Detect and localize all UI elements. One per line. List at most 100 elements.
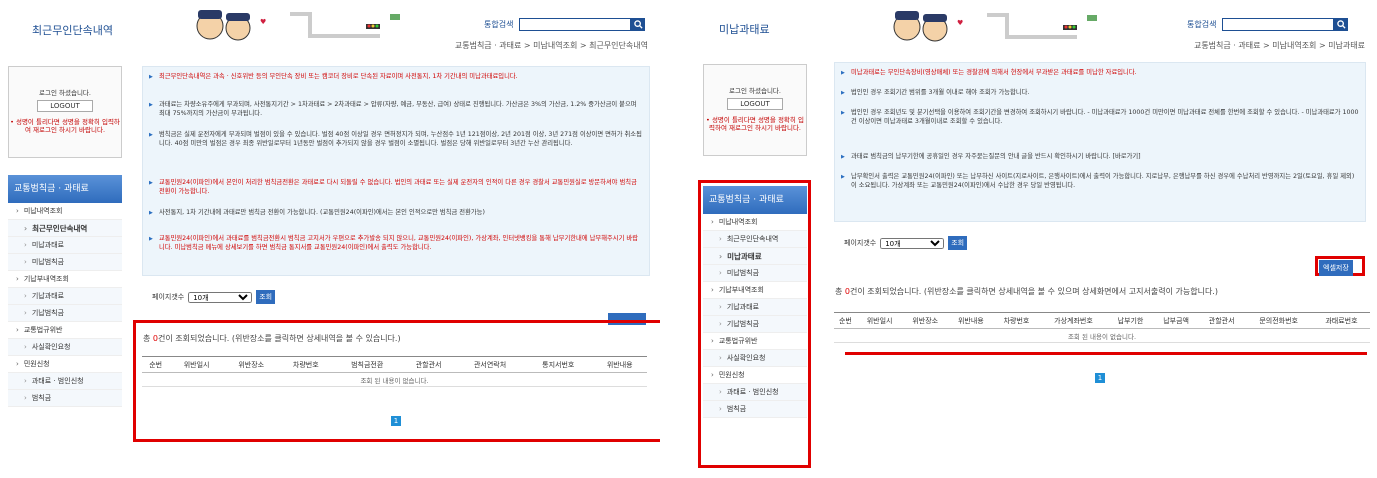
info-item: 범칙금은 실제 운전자에게 부과되며 벌점이 있을 수 있습니다. 벌점 40점… (149, 131, 643, 148)
query-button[interactable]: 조회 (256, 290, 276, 304)
list-controls: 페이지갯수 10개 조회 (152, 290, 276, 304)
search-button[interactable] (1334, 17, 1349, 31)
table-header-row: 순번 위반일시 위반장소 차량번호 범칙금전환 관할관서 관서연락처 통지서번호… (142, 356, 647, 373)
search-bar: 통합검색 (1187, 17, 1349, 31)
empty-message: 조회 된 내용이 없습니다. (834, 328, 1370, 343)
column-header: 위반장소 (223, 356, 279, 373)
info-box: 미납과태료는 무인단속장비(영상매체) 또는 경찰관에 의해서 현장에서 부과받… (834, 62, 1366, 222)
login-box: 로그인 하셨습니다. LOGOUT • 성명이 틀리다면 성명을 정확히 입력하… (703, 64, 807, 156)
sidebar: 교통범칙금 · 과태료 미납내역조회 최근무인단속내역 미납과태료 미납범칙금 … (703, 186, 807, 418)
sidebar-item[interactable]: 교통법규위반 (703, 333, 807, 350)
sidebar-item[interactable]: 기납범칙금 (703, 316, 807, 333)
left-screenshot-panel: 최근무인단속내역 ♥ 통합검색 교통범칙금 · 과태료 > 미납내역조회 > 최… (0, 0, 660, 478)
login-warning: • 성명이 틀리다면 성명을 정확히 입력하여 재로그인 하시기 바랍니다. (706, 116, 804, 133)
page-title: 최근무인단속내역 (32, 24, 113, 37)
column-header: 과태료번호 (1312, 312, 1370, 329)
search-bar: 통합검색 (484, 17, 646, 31)
page-count-select[interactable]: 10개 (880, 237, 945, 249)
column-header: 문의전화번호 (1244, 312, 1313, 329)
column-header: 납부금액 (1153, 312, 1199, 329)
highlight-underline (845, 352, 1367, 355)
breadcrumb: 교통범칙금 · 과태료 > 미납내역조회 > 최근무인단속내역 (454, 41, 648, 50)
police-mascot-banner: ♥ (893, 11, 1097, 42)
search-input[interactable] (1222, 17, 1335, 31)
sidebar: 교통범칙금 · 과태료 미납내역조회 최근무인단속내역 미납과태료 미납범칙금 … (8, 175, 122, 407)
column-header: 가상계좌번호 (1039, 312, 1108, 329)
sidebar-item[interactable]: 미납범칙금 (8, 254, 122, 271)
search-button[interactable] (631, 17, 646, 31)
search-label: 통합검색 (484, 19, 514, 29)
sidebar-item[interactable]: 사실확인요청 (703, 350, 807, 367)
login-message: 로그인 하셨습니다. (39, 89, 91, 97)
sidebar-item[interactable]: 과태료 · 범인신청 (8, 373, 122, 390)
column-header: 위반일시 (856, 312, 903, 329)
sidebar-item[interactable]: 민원신청 (8, 356, 122, 373)
right-screenshot-panel: 미납과태료 ♥ 통합검색 교통범칙금 · 과태료 > 미납내역조회 > 미납과태… (697, 0, 1377, 478)
svg-text:♥: ♥ (957, 19, 963, 27)
search-icon (634, 19, 643, 29)
sidebar-item[interactable]: 기납부내역조회 (8, 271, 122, 288)
header: 미납과태료 ♥ 통합검색 교통범칙금 · 과태료 > 미납내역조회 > 미납과태… (697, 0, 1377, 58)
column-header: 차량번호 (993, 312, 1040, 329)
sidebar-menu: 미납내역조회 최근무인단속내역 미납과태료 미납범칙금 기납부내역조회 기납과태… (703, 214, 807, 418)
sidebar-item[interactable]: 교통법규위반 (8, 322, 122, 339)
sidebar-item[interactable]: 범칙금 (703, 401, 807, 418)
results-table: 순번 위반일시 위반장소 위반내용 차량번호 가상계좌번호 납부기한 납부금액 … (834, 312, 1370, 343)
police-mascot-banner: ♥ (196, 10, 400, 41)
login-message: 로그인 하셨습니다. (729, 87, 781, 95)
empty-message: 조회 된 내용이 없습니다. (142, 372, 647, 387)
pagination-page[interactable]: 1 (391, 416, 401, 426)
sidebar-item[interactable]: 미납과태료 (703, 248, 807, 265)
search-input[interactable] (519, 17, 632, 31)
total-suffix: 건이 조회되었습니다. (위반장소를 클릭하면 상세내역을 볼 수 있으며 상세… (850, 287, 1218, 296)
result-summary: 총 0건이 조회되었습니다. (위반장소를 클릭하면 상세내역을 볼 수 있습니… (143, 333, 401, 344)
sidebar-item[interactable]: 기납범칙금 (8, 305, 122, 322)
sidebar-item[interactable]: 미납내역조회 (8, 203, 122, 220)
logout-button[interactable]: LOGOUT (37, 100, 93, 112)
info-item: 법인인 경우 조회년도 및 분기선택을 이용하여 조회기간을 변경하여 조회하시… (841, 109, 1359, 126)
info-item: 과태료 범칙금의 납부기한에 공휴일인 경우 자주묻는질문의 안내 글을 반드시… (841, 153, 1359, 162)
info-item: 최근무인단속내역은 과속 · 신호위반 등의 무인단속 장비 또는 캠코더 장비… (149, 73, 643, 82)
page-count-select[interactable]: 10개 (188, 291, 253, 303)
column-header: 통지서번호 (524, 356, 593, 373)
column-header: 위반장소 (902, 312, 949, 329)
table-row: 조회 된 내용이 없습니다. (142, 372, 647, 387)
page-count-label: 페이지갯수 (152, 293, 185, 301)
sidebar-header: 교통범칙금 · 과태료 (8, 175, 122, 203)
sidebar-item[interactable]: 과태료 · 범인신청 (703, 384, 807, 401)
sidebar-item[interactable]: 최근무인단속내역 (703, 231, 807, 248)
sidebar-item[interactable]: 최근무인단속내역 (8, 220, 122, 237)
sidebar-item[interactable]: 사실확인요청 (8, 339, 122, 356)
sidebar-item[interactable]: 미납범칙금 (703, 265, 807, 282)
query-button[interactable]: 조회 (948, 236, 968, 250)
header: 최근무인단속내역 ♥ 통합검색 교통범칙금 · 과태료 > 미납내역조회 > 최… (0, 0, 660, 58)
sidebar-menu: 미납내역조회 최근무인단속내역 미납과태료 미납범칙금 기납부내역조회 기납과태… (8, 203, 122, 407)
page-count-label: 페이지갯수 (844, 239, 877, 247)
info-item: 사전통지, 1차 기간내에 과태료만 범칙금 전환이 가능합니다. (교통민원2… (149, 209, 643, 218)
svg-text:♥: ♥ (260, 18, 266, 26)
excel-save-button[interactable]: 엑셀저장 (1319, 260, 1353, 276)
info-item: 과태료는 차량소유주에게 부과되며, 사전통지기간 > 1차과태료 > 2차과태… (149, 101, 643, 118)
column-header: 순번 (142, 356, 170, 373)
logout-button[interactable]: LOGOUT (727, 98, 783, 110)
column-header: 관서연락처 (455, 356, 525, 373)
column-header: 위반내용 (592, 356, 647, 373)
sidebar-item[interactable]: 기납과태료 (8, 288, 122, 305)
column-header: 위반내용 (948, 312, 994, 329)
sidebar-header: 교통범칙금 · 과태료 (703, 186, 807, 214)
sidebar-item[interactable]: 기납과태료 (703, 299, 807, 316)
sidebar-item[interactable]: 범칙금 (8, 390, 122, 407)
result-summary: 총 0건이 조회되었습니다. (위반장소를 클릭하면 상세내역을 볼 수 있으며… (835, 286, 1218, 297)
column-header: 납부기한 (1107, 312, 1154, 329)
column-header: 순번 (834, 312, 857, 329)
sidebar-item[interactable]: 미납내역조회 (703, 214, 807, 231)
column-header: 위반일시 (169, 356, 224, 373)
total-prefix: 총 (835, 287, 843, 296)
total-prefix: 총 (143, 334, 151, 343)
pagination-page[interactable]: 1 (1095, 373, 1105, 383)
column-header: 관할관서 (1198, 312, 1245, 329)
sidebar-item[interactable]: 미납과태료 (8, 237, 122, 254)
info-item: 교통민원24(이파인)에서 과태료를 범칙금전환시 범칙금 고지서가 우편으로 … (149, 235, 643, 252)
sidebar-item[interactable]: 기납부내역조회 (703, 282, 807, 299)
sidebar-item[interactable]: 민원신청 (703, 367, 807, 384)
